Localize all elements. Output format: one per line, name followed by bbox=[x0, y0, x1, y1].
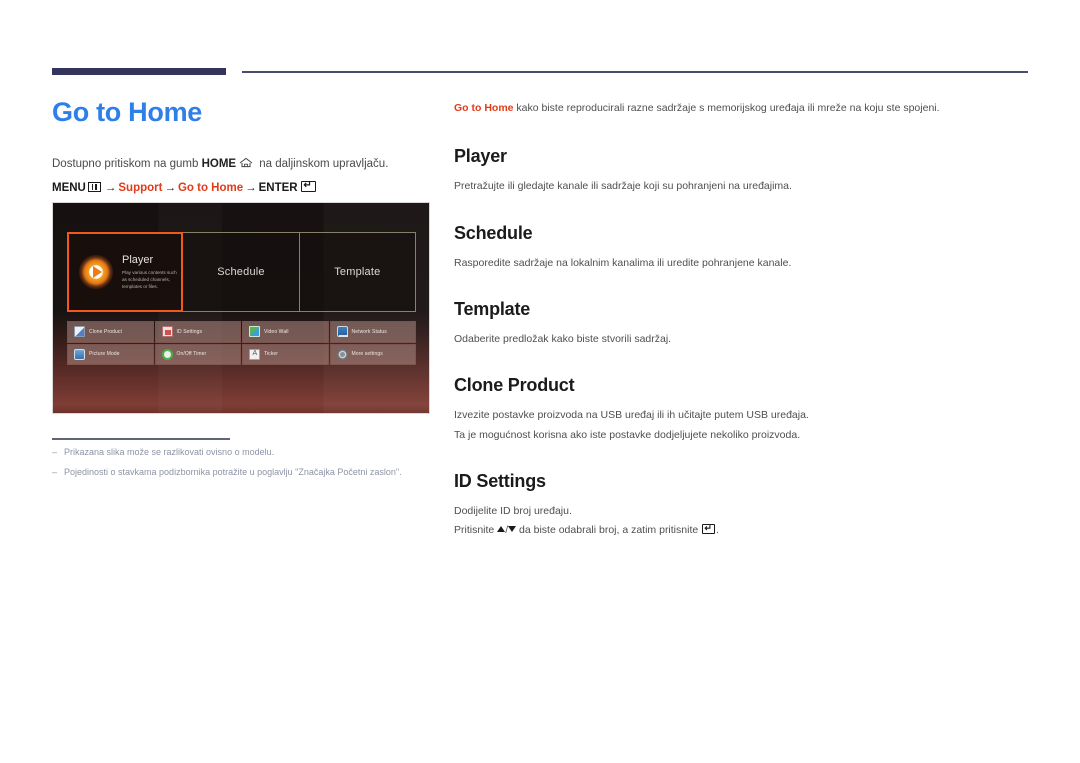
right-column: Go to Home kako biste reproducirali razn… bbox=[454, 100, 1028, 539]
tile-picture-mode[interactable]: Picture Mode bbox=[67, 343, 154, 365]
tile-id-settings-label: ID Settings bbox=[176, 328, 203, 335]
clone-product-icon bbox=[74, 326, 85, 338]
main-tile-row: Player Play various contents such as sch… bbox=[67, 232, 416, 312]
path-arrow-1: → bbox=[104, 181, 117, 194]
section-heading-id-settings: ID Settings bbox=[454, 470, 546, 491]
menu-path-go-to-home[interactable]: Go to Home bbox=[178, 182, 243, 194]
left-column: Go to Home Dostupno pritiskom na gumb HO… bbox=[52, 97, 432, 197]
footnote-text: Prikazana slika može se razlikovati ovis… bbox=[64, 447, 275, 457]
video-wall-icon bbox=[249, 326, 260, 338]
menu-label: MENU bbox=[52, 181, 86, 194]
footnote-dash: – bbox=[52, 466, 58, 477]
tile-on-off-timer-label: On/Off Timer bbox=[176, 351, 207, 358]
home-icon bbox=[239, 157, 253, 168]
tile-more-settings[interactable]: More settings bbox=[329, 343, 416, 365]
press-prefix: Pritisnite bbox=[454, 524, 498, 537]
play-circle-icon bbox=[79, 255, 113, 289]
access-suffix: na daljinskom upravljaču. bbox=[256, 157, 389, 170]
home-screen-screenshot: Player Play various contents such as sch… bbox=[52, 202, 430, 414]
footnote-dash: – bbox=[52, 447, 58, 457]
section-heading-clone-product: Clone Product bbox=[454, 375, 575, 396]
tile-ticker-label: Ticker bbox=[264, 351, 279, 358]
arrow-up-icon bbox=[497, 526, 506, 533]
tile-template[interactable]: Template bbox=[299, 232, 416, 312]
network-status-icon bbox=[336, 326, 348, 338]
tile-video-wall-label: Video Wall bbox=[264, 328, 289, 335]
menu-path: MENU → Support → Go to Home → ENTER bbox=[52, 179, 432, 197]
tile-ticker[interactable]: Ticker bbox=[242, 343, 329, 365]
path-arrow-2: → bbox=[164, 181, 176, 194]
section-heading-schedule: Schedule bbox=[454, 222, 533, 243]
footnote-rule bbox=[52, 438, 230, 440]
enter-label: ENTER bbox=[258, 181, 298, 194]
tile-schedule-label: Schedule bbox=[217, 266, 265, 278]
tile-player-label: Player bbox=[122, 254, 154, 267]
section-text-id-settings: Dodijelite ID broj uređaju. bbox=[454, 504, 572, 517]
section-text-id-settings-press: Pritisnite / da biste odabrali broj, a z… bbox=[454, 522, 1028, 539]
tile-on-off-timer[interactable]: On/Off Timer bbox=[154, 343, 241, 365]
manual-page: Go to Home Dostupno pritiskom na gumb HO… bbox=[0, 0, 1080, 763]
on-off-timer-icon bbox=[161, 348, 173, 360]
access-instruction: Dostupno pritiskom na gumb HOME na dalji… bbox=[52, 156, 432, 173]
menu-path-support[interactable]: Support bbox=[118, 182, 162, 194]
more-settings-icon bbox=[336, 348, 348, 360]
arrow-down-icon bbox=[508, 526, 517, 533]
tile-template-label: Template bbox=[334, 266, 381, 278]
intro-rest: kako biste reproducirali razne sadržaje … bbox=[513, 102, 940, 114]
footnote-item: – Prikazana slika može se razlikovati ov… bbox=[52, 446, 432, 460]
tile-video-wall[interactable]: Video Wall bbox=[242, 321, 329, 343]
footnote-list: – Prikazana slika može se razlikovati ov… bbox=[52, 446, 432, 479]
section-text-player: Pretražujte ili gledajte kanale ili sadr… bbox=[454, 180, 792, 193]
path-arrow-3: → bbox=[245, 181, 257, 194]
tile-id-settings[interactable]: ID Settings bbox=[154, 321, 241, 343]
tile-player-description: Play various contents such as scheduled … bbox=[122, 269, 177, 289]
section-heading-player: Player bbox=[454, 146, 507, 167]
press-middle: da biste odabrali broj, a zatim pritisni… bbox=[516, 524, 702, 537]
tile-clone-product[interactable]: Clone Product bbox=[67, 321, 154, 343]
section-text-clone-product-1: Izvezite postavke proizvoda na USB uređa… bbox=[454, 409, 809, 422]
home-key-label: HOME bbox=[201, 157, 237, 170]
ticker-icon bbox=[249, 348, 260, 360]
picture-mode-icon bbox=[74, 348, 85, 360]
tile-player-text: Player Play various contents such as sch… bbox=[122, 254, 181, 290]
enter-key-icon bbox=[300, 180, 316, 192]
section-text-clone-product-2: Ta je mogućnost korisna ako iste postavk… bbox=[454, 428, 801, 441]
press-suffix: . bbox=[716, 524, 720, 537]
sub-tile-grid: Clone Product ID Settings Video Wall Net… bbox=[67, 321, 416, 365]
header-rule bbox=[242, 71, 1028, 73]
section-text-template: Odaberite predložak kako biste stvorili … bbox=[454, 332, 672, 345]
tile-player[interactable]: Player Play various contents such as sch… bbox=[67, 232, 184, 312]
section-heading-template: Template bbox=[454, 298, 531, 319]
section-text-schedule: Rasporedite sadržaje na lokalnim kanalim… bbox=[454, 256, 792, 269]
id-settings-icon bbox=[161, 326, 173, 338]
header-accent-bar bbox=[52, 68, 226, 75]
enter-key-icon bbox=[702, 523, 716, 535]
access-prefix: Dostupno pritiskom na gumb bbox=[52, 157, 202, 170]
tile-picture-mode-label: Picture Mode bbox=[89, 351, 120, 358]
tile-network-status-label: Network Status bbox=[351, 328, 387, 335]
tile-schedule[interactable]: Schedule bbox=[183, 232, 300, 312]
page-title: Go to Home bbox=[52, 97, 202, 127]
menu-icon bbox=[87, 181, 101, 192]
intro-accent: Go to Home bbox=[454, 102, 514, 114]
tile-clone-product-label: Clone Product bbox=[89, 328, 122, 335]
tile-network-status[interactable]: Network Status bbox=[329, 321, 416, 343]
footnote-item: – Pojedinosti o stavkama podizbornika po… bbox=[52, 466, 432, 480]
tile-more-settings-label: More settings bbox=[351, 351, 383, 358]
intro-paragraph: Go to Home kako biste reproducirali razn… bbox=[454, 100, 1028, 116]
footnote-text: Pojedinosti o stavkama podizbornika potr… bbox=[64, 466, 402, 477]
